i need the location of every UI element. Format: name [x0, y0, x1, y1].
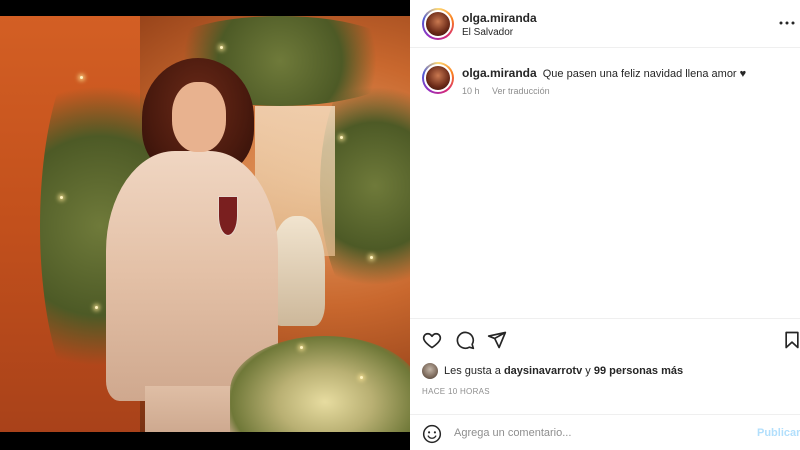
post-panel: olga.miranda El Salvador olga.miranda Qu…: [410, 0, 800, 450]
avatar[interactable]: [422, 8, 454, 40]
comment-input[interactable]: [454, 423, 744, 443]
comment-bar: Publicar: [410, 414, 800, 450]
photo-sparkle: [60, 196, 63, 199]
photo-sparkle: [370, 256, 373, 259]
avatar[interactable]: [422, 363, 438, 379]
caption-body: Que pasen una feliz navidad llena amor ♥: [542, 68, 747, 80]
likes-others-link[interactable]: 99 personas más: [594, 365, 683, 377]
avatar[interactable]: [422, 62, 454, 94]
share-icon[interactable]: [487, 330, 507, 350]
post-media[interactable]: [0, 0, 410, 450]
photo-sparkle: [300, 346, 303, 349]
post-time-ago[interactable]: HACE 10 HORAS: [422, 387, 490, 396]
caption-time: 10 h: [462, 86, 480, 96]
likes-summary: Les gusta a daysinavarrotv y 99 personas…: [422, 362, 683, 380]
photo-person-face: [172, 82, 226, 152]
photo-sparkle: [360, 376, 363, 379]
likes-and: y: [585, 365, 591, 377]
caption-username[interactable]: olga.miranda: [462, 66, 537, 80]
action-bar: [410, 318, 800, 358]
caption-meta: 10 h Ver traducción: [462, 86, 560, 96]
heart-icon[interactable]: [422, 330, 442, 350]
photo-wine-glass: [218, 196, 238, 236]
header-location[interactable]: El Salvador: [462, 27, 513, 38]
more-options-icon[interactable]: [778, 14, 796, 32]
header-username[interactable]: olga.miranda: [462, 11, 537, 25]
post-header: olga.miranda El Salvador: [410, 0, 800, 48]
post-caption: olga.miranda Que pasen una feliz navidad…: [410, 60, 800, 110]
photo-sparkle: [340, 136, 343, 139]
photo-sparkle: [95, 306, 98, 309]
translate-link[interactable]: Ver traducción: [492, 86, 550, 96]
emoji-icon[interactable]: [422, 424, 442, 444]
comment-icon[interactable]: [455, 330, 475, 350]
photo-sparkle: [80, 76, 83, 79]
caption-text: olga.miranda Que pasen una feliz navidad…: [462, 66, 792, 80]
photo-sparkle: [220, 46, 223, 49]
likes-user-link[interactable]: daysinavarrotv: [504, 365, 582, 377]
bookmark-icon[interactable]: [782, 330, 800, 350]
publish-button[interactable]: Publicar: [757, 427, 800, 439]
likes-prefix: Les gusta a: [444, 365, 501, 377]
post-photo: [0, 16, 410, 432]
photo-lamp: [270, 216, 325, 326]
